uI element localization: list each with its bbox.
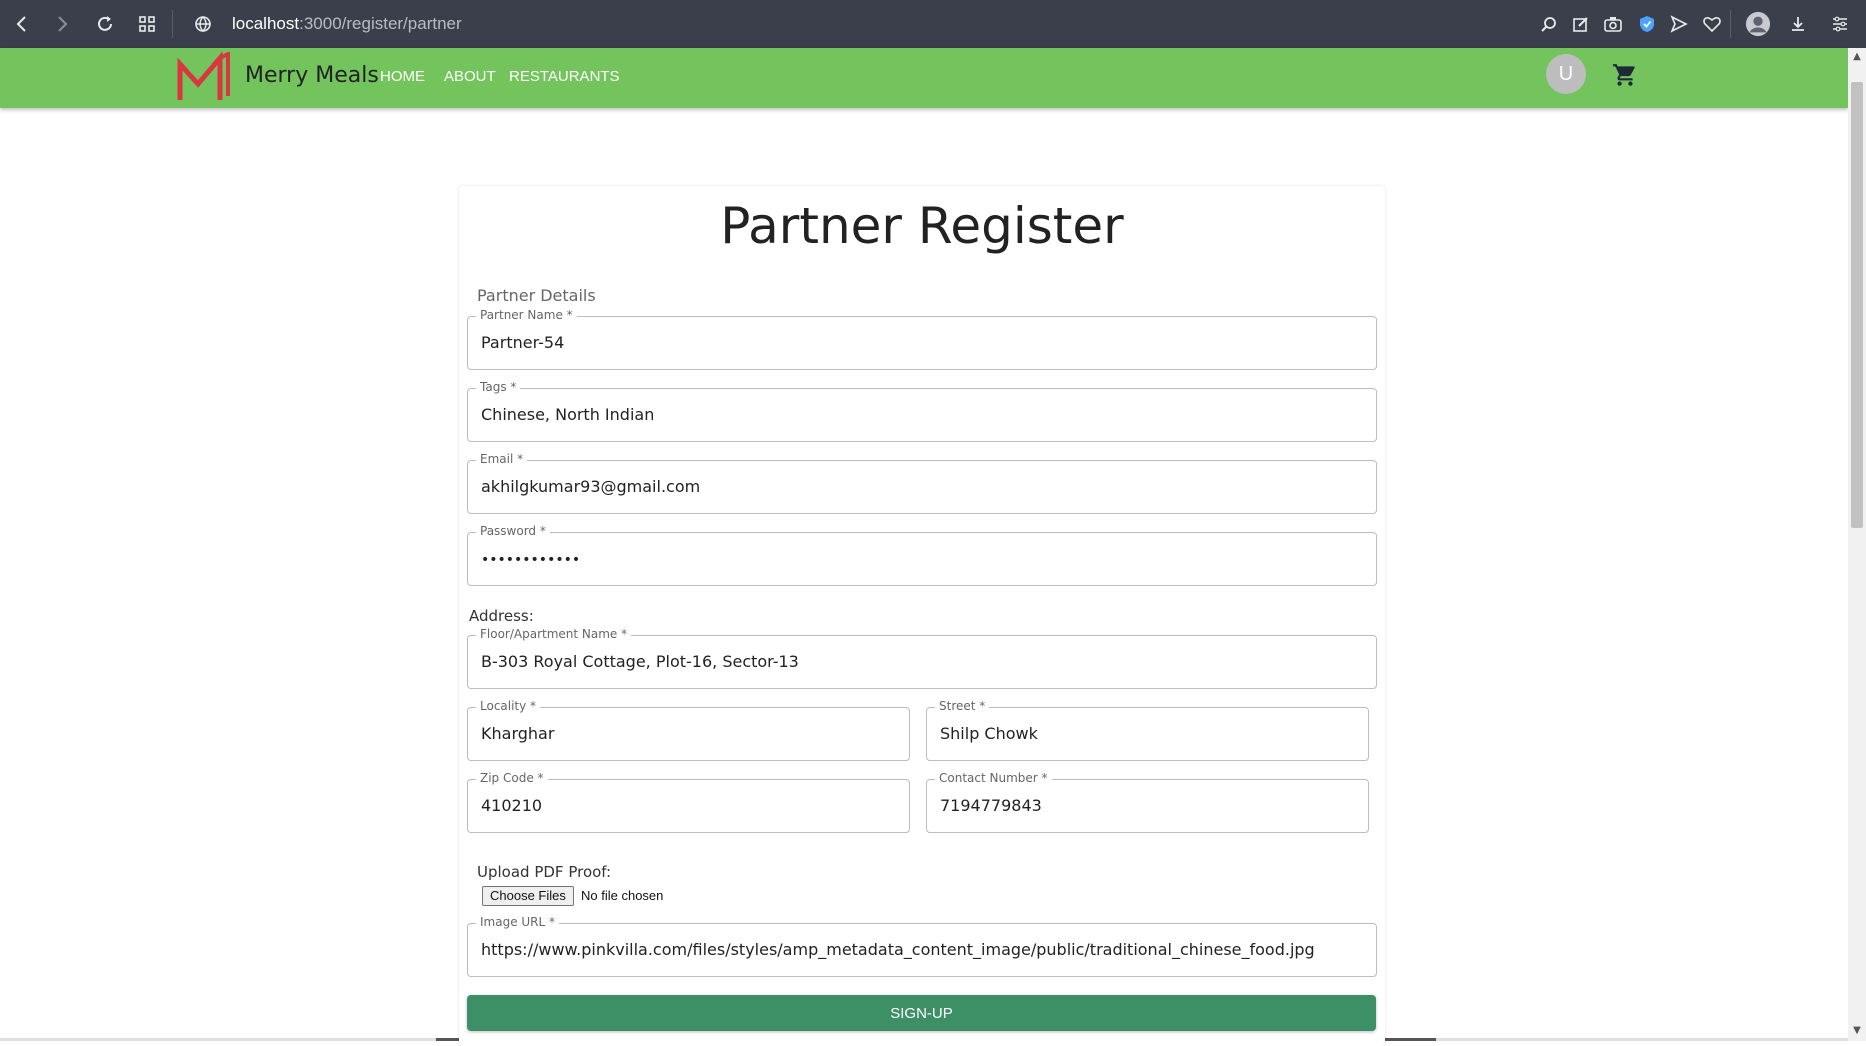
partner-name-field[interactable]: Partner Name * Partner-54 [467, 308, 1377, 370]
cart-icon[interactable] [1612, 62, 1638, 88]
download-icon[interactable] [1786, 12, 1810, 36]
contact-number-field[interactable]: Contact Number * 7194779843 [926, 771, 1369, 833]
zip-value: 410210 [481, 796, 543, 815]
password-field[interactable]: Password * •••••••••••• [467, 524, 1377, 586]
locality-field[interactable]: Locality * Kharghar [467, 699, 910, 761]
password-label: Password * [476, 524, 550, 538]
user-avatar[interactable]: U [1546, 54, 1586, 94]
locality-value: Kharghar [481, 724, 555, 743]
scroll-down-icon[interactable]: ▼ [1852, 1026, 1862, 1036]
toolbar-divider [1730, 10, 1731, 38]
browser-toolbar: localhost:3000/register/partner [0, 0, 1866, 48]
image-url-label: Image URL * [476, 915, 560, 929]
upload-label: Upload PDF Proof: [477, 863, 612, 881]
locality-label: Locality * [476, 699, 541, 713]
search-icon[interactable] [1537, 12, 1561, 36]
floor-label: Floor/Apartment Name * [476, 627, 632, 641]
partner-name-label: Partner Name * [476, 308, 577, 322]
email-value: akhilgkumar93@gmail.com [481, 477, 701, 496]
tags-value: Chinese, North Indian [481, 405, 655, 424]
email-field[interactable]: Email * akhilgkumar93@gmail.com [467, 452, 1377, 514]
edit-icon[interactable] [1569, 12, 1593, 36]
shield-icon[interactable] [1635, 12, 1659, 36]
tabs-grid-icon[interactable] [135, 12, 159, 36]
email-label: Email * [476, 452, 528, 466]
brand-name[interactable]: Merry Meals [245, 61, 379, 91]
app-header: Merry Meals HOME ABOUT RESTAURANTS U [0, 48, 1848, 108]
forward-icon[interactable] [50, 12, 74, 36]
section-title: Partner Details [477, 286, 596, 305]
address-bar[interactable]: localhost:3000/register/partner [232, 12, 462, 36]
nav-restaurants[interactable]: RESTAURANTS [509, 66, 620, 88]
page-title: Partner Register [720, 197, 1124, 255]
scrollbar-thumb[interactable] [1851, 82, 1863, 528]
url-host: localhost [232, 14, 300, 33]
image-url-value: https://www.pinkvilla.com/files/styles/a… [481, 940, 1315, 959]
contact-label: Contact Number * [935, 771, 1052, 785]
tags-field[interactable]: Tags * Chinese, North Indian [467, 380, 1377, 442]
vertical-scrollbar[interactable]: ▲ ▼ [1848, 48, 1866, 1041]
merry-meals-logo[interactable] [176, 52, 230, 104]
site-info-icon[interactable] [191, 12, 215, 36]
profile-icon[interactable] [1744, 10, 1772, 38]
zip-label: Zip Code * [476, 771, 548, 785]
url-path: :3000/register/partner [299, 14, 462, 33]
scroll-up-icon[interactable]: ▲ [1852, 52, 1862, 62]
tags-label: Tags * [476, 380, 521, 394]
register-card: Partner Register Partner Details Partner… [459, 186, 1385, 1046]
reload-icon[interactable] [93, 12, 117, 36]
image-url-field[interactable]: Image URL * https://www.pinkvilla.com/fi… [467, 915, 1377, 977]
choose-files-button[interactable]: Choose Files [482, 886, 574, 906]
nav-home[interactable]: HOME [380, 66, 425, 88]
camera-icon[interactable] [1601, 12, 1625, 36]
toolbar-divider [172, 10, 173, 38]
menu-icon[interactable] [1828, 12, 1852, 36]
floor-apartment-field[interactable]: Floor/Apartment Name * B-303 Royal Cotta… [467, 627, 1377, 689]
street-field[interactable]: Street * Shilp Chowk [926, 699, 1369, 761]
contact-value: 7194779843 [940, 796, 1042, 815]
heart-icon[interactable] [1700, 12, 1724, 36]
zip-code-field[interactable]: Zip Code * 410210 [467, 771, 910, 833]
address-label: Address: [469, 607, 534, 625]
send-icon[interactable] [1667, 12, 1691, 36]
partner-name-value: Partner-54 [481, 333, 565, 352]
signup-button[interactable]: SIGN-UP [467, 995, 1376, 1031]
floor-value: B-303 Royal Cottage, Plot-16, Sector-13 [481, 652, 799, 671]
nav-about[interactable]: ABOUT [444, 66, 496, 88]
street-value: Shilp Chowk [940, 724, 1038, 743]
street-label: Street * [935, 699, 990, 713]
back-icon[interactable] [10, 12, 34, 36]
password-value: •••••••••••• [481, 552, 581, 568]
no-file-text: No file chosen [581, 888, 664, 903]
